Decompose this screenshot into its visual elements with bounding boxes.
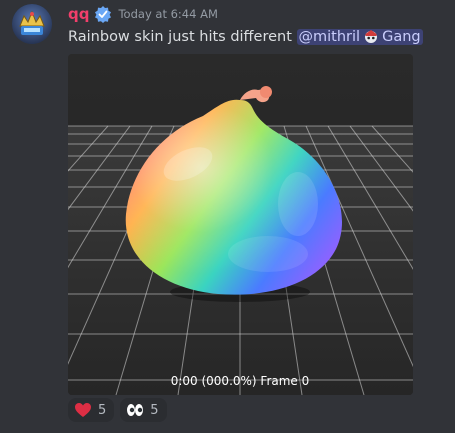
mention-suffix: Gang: [382, 29, 421, 45]
avatar-image: [12, 4, 52, 44]
video-frame-caption: 0:00 (000.0%) Frame 0: [171, 374, 310, 388]
reaction-count: 5: [98, 402, 107, 418]
reactions-bar: 5 5: [68, 398, 167, 422]
message-text: Rainbow skin just hits different: [68, 29, 292, 45]
reaction-count: 5: [150, 402, 159, 418]
role-icon: [363, 28, 379, 44]
reaction-eyes[interactable]: 5: [120, 398, 167, 422]
rainbow-slime-render: 0:00 (000.0%) Frame 0: [68, 54, 413, 395]
avatar[interactable]: [12, 4, 52, 44]
heart-icon: [74, 401, 92, 419]
role-mention[interactable]: @mithril Gang: [296, 28, 423, 45]
username[interactable]: qq: [68, 5, 89, 23]
mention-name: @mithril: [298, 29, 361, 45]
media-embed[interactable]: 0:00 (000.0%) Frame 0: [68, 54, 413, 395]
reaction-heart[interactable]: 5: [68, 398, 115, 422]
message-content: Rainbow skin just hits different @mithri…: [68, 26, 423, 48]
verified-badge-icon: [94, 5, 112, 23]
chat-message: qq Today at 6:44 AM Rainbow skin just hi…: [0, 0, 455, 433]
message-timestamp: Today at 6:44 AM: [118, 7, 218, 21]
message-header: qq Today at 6:44 AM: [68, 3, 218, 25]
eyes-icon: [126, 401, 144, 419]
